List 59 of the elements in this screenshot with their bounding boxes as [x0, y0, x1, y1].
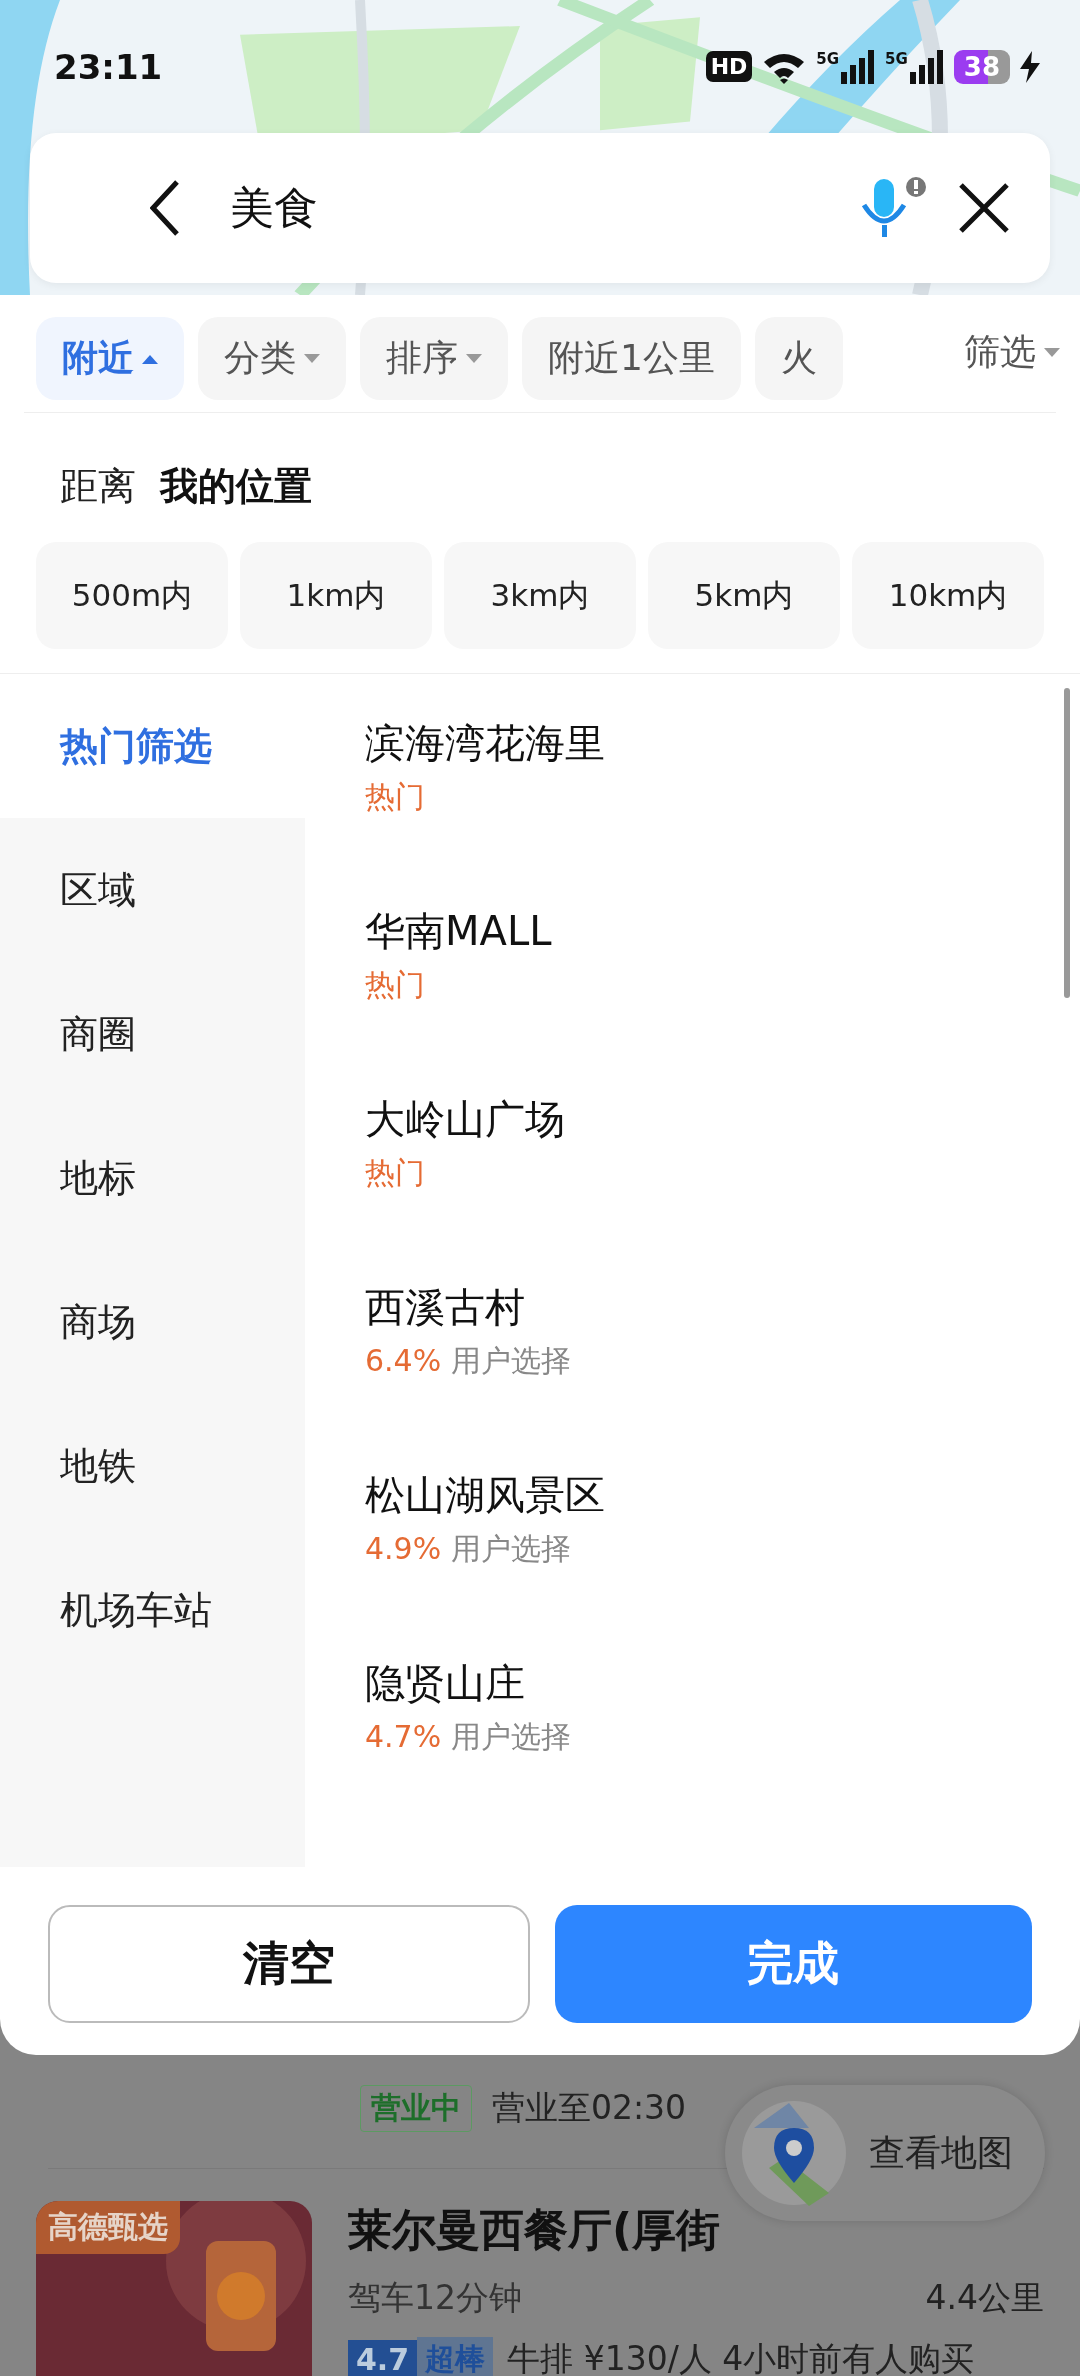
place-option[interactable]: 西溪古村 — [365, 1280, 525, 1335]
network-type: 5G — [885, 49, 908, 68]
place-option[interactable]: 华南MALL — [365, 904, 552, 959]
signal-icon — [841, 49, 876, 84]
drive-time: 驾车12分钟 — [348, 2277, 522, 2319]
hot-label: 热门 — [365, 966, 425, 1004]
category-item[interactable]: 区域 — [0, 818, 305, 962]
signal-icon — [909, 49, 944, 84]
distance-label: 距离 — [60, 463, 136, 510]
back-icon — [150, 180, 180, 236]
category-item[interactable]: 商圈 — [0, 962, 305, 1106]
rating-label: 超棒 — [417, 2337, 494, 2376]
view-map-button[interactable]: 查看地图 — [725, 2085, 1045, 2221]
place-option[interactable]: 松山湖风景区 — [365, 1468, 605, 1523]
category-item[interactable]: 热门筛选 — [0, 674, 305, 818]
network-type: 5G — [816, 49, 840, 68]
charging-icon — [1020, 50, 1040, 83]
filter-chip[interactable]: 附近 — [36, 317, 184, 400]
opening-hours: 营业至02:30 — [492, 2087, 687, 2129]
distance-option[interactable]: 10km内 — [852, 542, 1044, 649]
place-option[interactable]: 隐贤山庄 — [365, 1656, 525, 1711]
distance-option[interactable]: 3km内 — [444, 542, 636, 649]
hot-label: 热门 — [365, 778, 425, 816]
done-button[interactable]: 完成 — [554, 1905, 1032, 2023]
distance-option[interactable]: 500m内 — [36, 542, 228, 649]
close-icon — [958, 182, 1010, 234]
filter-chip[interactable]: 附近1公里 — [522, 317, 741, 400]
choice-share: 4.7% 用户选择 — [365, 1718, 571, 1756]
search-query: 美食 — [230, 180, 319, 235]
hd-indicator: HD — [705, 51, 753, 82]
hot-label: 热门 — [365, 1154, 425, 1192]
origin-label: 我的位置 — [160, 463, 312, 510]
distance-option[interactable]: 5km内 — [648, 542, 840, 649]
caret-icon — [1044, 347, 1060, 358]
category-item[interactable]: 地铁 — [0, 1394, 305, 1538]
open-status: 营业中 — [360, 2085, 472, 2132]
back-button[interactable] — [150, 180, 180, 236]
choice-share: 4.9% 用户选择 — [365, 1530, 571, 1568]
filter-chip[interactable]: 分类 — [198, 317, 346, 400]
scrollbar[interactable] — [1064, 688, 1070, 998]
choice-share: 6.4% 用户选择 — [365, 1342, 571, 1380]
distance-option[interactable]: 1km内 — [240, 542, 432, 649]
filter-chip[interactable]: 火 — [754, 317, 843, 400]
selection-badge: 高德甄选 — [36, 2201, 180, 2254]
restaurant-info: 牛排 ¥130/人 4小时前有人购买 — [507, 2338, 975, 2376]
rating-score: 4.7 — [348, 2340, 418, 2376]
close-button[interactable] — [958, 182, 1010, 234]
restaurant-name[interactable]: 莱尔曼西餐厅(厚街 — [348, 2201, 721, 2260]
distance-text: 4.4公里 — [925, 2277, 1044, 2319]
category-item[interactable]: 机场车站 — [0, 1538, 305, 1682]
place-option[interactable]: 滨海湾花海里 — [365, 716, 605, 771]
filter-chip[interactable]: 排序 — [360, 317, 508, 400]
search-bar[interactable]: 美食 — [30, 133, 1050, 283]
map-pin-icon — [739, 2098, 849, 2208]
status-time: 23:11 — [54, 46, 163, 87]
place-option[interactable]: 大岭山广场 — [365, 1092, 565, 1147]
category-item[interactable]: 地标 — [0, 1106, 305, 1250]
category-item[interactable]: 商场 — [0, 1250, 305, 1394]
clear-button[interactable]: 清空 — [48, 1905, 530, 2023]
